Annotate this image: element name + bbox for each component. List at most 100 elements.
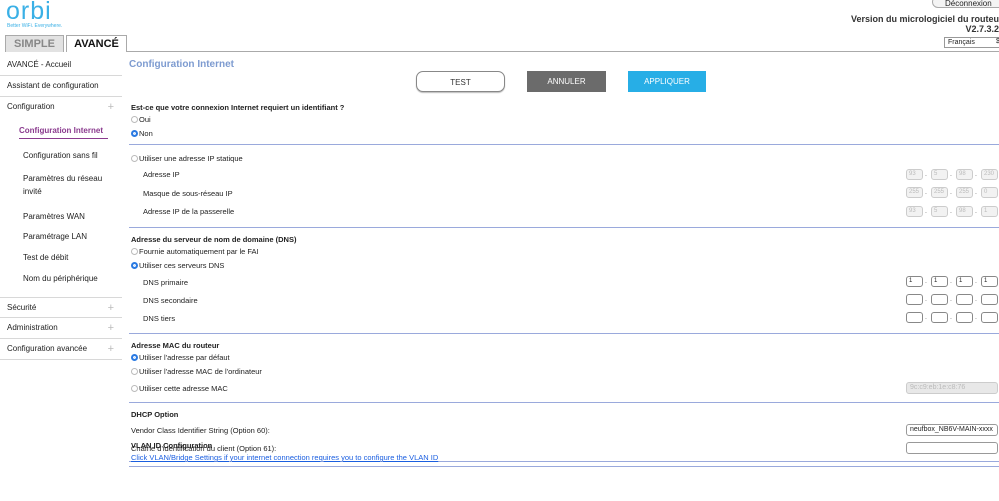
client-id-input[interactable]: [906, 442, 998, 454]
radio-selected-icon[interactable]: [131, 354, 138, 361]
sidebar-item-advanced-setup[interactable]: Configuration avancée +: [0, 339, 122, 360]
orbi-logo: orbi: [6, 0, 52, 25]
dns-primary-octet[interactable]: 1: [956, 276, 973, 287]
mac-default-option[interactable]: Utiliser l'adresse par défaut: [131, 353, 230, 362]
dns-primary-octet[interactable]: 1: [981, 276, 998, 287]
ip-address-label: Adresse IP: [143, 170, 180, 179]
plus-icon[interactable]: +: [108, 318, 114, 338]
plus-icon[interactable]: +: [108, 339, 114, 359]
octet-separator: .: [950, 278, 952, 285]
sidebar-item-label: Configuration: [7, 102, 55, 111]
cancel-button[interactable]: ANNULER: [527, 71, 606, 92]
mac-custom-option[interactable]: Utiliser cette adresse MAC: [131, 384, 228, 393]
octet-separator: .: [925, 314, 927, 321]
dhcp-heading: DHCP Option: [131, 410, 179, 419]
mac-computer-option[interactable]: Utiliser l'adresse MAC de l'ordinateur: [131, 367, 262, 376]
dns-primary-octet[interactable]: 1: [906, 276, 923, 287]
octet-separator: .: [925, 189, 927, 196]
page-title: Configuration Internet: [129, 59, 234, 70]
vlan-settings-link[interactable]: Click VLAN/Bridge Settings if your inter…: [131, 453, 438, 462]
subnet-octet[interactable]: 255: [931, 187, 948, 198]
sidebar-sub-guest[interactable]: Paramètres du réseau invité: [0, 172, 110, 206]
subnet-octet[interactable]: 0: [981, 187, 998, 198]
sidebar-item-label: Administration: [7, 323, 58, 332]
sidebar-item-configuration[interactable]: Configuration +: [0, 97, 122, 118]
sidebar-item-label: Assistant de configuration: [7, 81, 99, 90]
octet-separator: .: [950, 171, 952, 178]
sidebar-sub-speedtest[interactable]: Test de débit: [0, 250, 122, 272]
firmware-version: V2.7.3.2: [965, 24, 999, 34]
divider: [129, 227, 999, 228]
tab-divider: [127, 51, 999, 52]
static-ip-option[interactable]: Utiliser une adresse IP statique: [131, 154, 243, 163]
dns-primary-octet[interactable]: 1: [931, 276, 948, 287]
login-no-option[interactable]: Non: [131, 129, 153, 138]
divider: [129, 333, 999, 334]
octet-separator: .: [975, 171, 977, 178]
dns-secondary-octet[interactable]: [906, 294, 923, 305]
sidebar-sub-device-name[interactable]: Nom du périphérique: [0, 272, 122, 297]
test-button[interactable]: TEST: [416, 71, 505, 92]
sidebar-item-label: Configuration avancée: [7, 344, 88, 353]
subnet-label: Masque de sous-réseau IP: [143, 189, 233, 198]
plus-icon[interactable]: +: [108, 298, 114, 318]
octet-separator: .: [925, 278, 927, 285]
gateway-octet[interactable]: 98: [956, 206, 973, 217]
vendor-class-input[interactable]: neufbox_NB6V-MAIN-xxxx: [906, 424, 998, 436]
dns-secondary-octet[interactable]: [981, 294, 998, 305]
subnet-octet[interactable]: 255: [956, 187, 973, 198]
ip-address-octet[interactable]: 98: [956, 169, 973, 180]
sidebar-sub-wireless[interactable]: Configuration sans fil: [0, 149, 122, 172]
divider: [129, 402, 999, 403]
language-select[interactable]: Français: [944, 37, 999, 48]
sidebar-sub-lan[interactable]: Paramétrage LAN: [0, 228, 122, 250]
radio-icon[interactable]: [131, 385, 138, 392]
sidebar-item-home[interactable]: AVANCÉ - Accueil: [0, 55, 122, 76]
dns-tertiary-octet[interactable]: [931, 312, 948, 323]
ip-address-octet[interactable]: 230: [981, 169, 998, 180]
sidebar: AVANCÉ - Accueil Assistant de configurat…: [0, 55, 122, 360]
sidebar-item-wizard[interactable]: Assistant de configuration: [0, 76, 122, 97]
dns-tertiary-octet[interactable]: [981, 312, 998, 323]
dns-secondary-label: DNS secondaire: [143, 296, 198, 305]
radio-selected-icon[interactable]: [131, 262, 138, 269]
sidebar-sub-internet[interactable]: Configuration Internet: [19, 124, 122, 142]
sidebar-item-administration[interactable]: Administration +: [0, 318, 122, 339]
octet-separator: .: [925, 208, 927, 215]
dns-primary-label: DNS primaire: [143, 278, 189, 287]
dns-tertiary-octet[interactable]: [906, 312, 923, 323]
apply-button[interactable]: APPLIQUER: [628, 71, 706, 92]
subnet-octet[interactable]: 255: [906, 187, 923, 198]
dns-auto-option[interactable]: Fournie automatiquement par le FAI: [131, 247, 259, 256]
sidebar-item-security[interactable]: Sécurité +: [0, 297, 122, 318]
vendor-class-label: Vendor Class Identifier String (Option 6…: [131, 426, 270, 435]
ip-address-octet[interactable]: 5: [931, 169, 948, 180]
dns-secondary-octet[interactable]: [956, 294, 973, 305]
tab-advanced[interactable]: AVANCÉ: [66, 35, 127, 52]
sidebar-item-label: AVANCÉ - Accueil: [7, 60, 72, 69]
octet-separator: .: [975, 208, 977, 215]
dns-secondary-octet[interactable]: [931, 294, 948, 305]
gateway-label: Adresse IP de la passerelle: [143, 207, 235, 216]
gateway-octet[interactable]: 5: [931, 206, 948, 217]
gateway-octet[interactable]: 1: [981, 206, 998, 217]
mac-address-input[interactable]: 9c:c9:eb:1e:c8:76: [906, 382, 998, 394]
radio-icon[interactable]: [131, 368, 138, 375]
logout-button[interactable]: Déconnexion: [932, 0, 999, 8]
octet-separator: .: [975, 278, 977, 285]
dns-tertiary-octet[interactable]: [956, 312, 973, 323]
gateway-octet[interactable]: 93: [906, 206, 923, 217]
plus-icon[interactable]: +: [108, 97, 114, 117]
radio-icon[interactable]: [131, 155, 138, 162]
sidebar-item-label: Sécurité: [7, 303, 37, 312]
octet-separator: .: [975, 296, 977, 303]
radio-selected-icon[interactable]: [131, 130, 138, 137]
octet-separator: .: [950, 208, 952, 215]
dns-manual-option[interactable]: Utiliser ces serveurs DNS: [131, 261, 224, 270]
radio-icon[interactable]: [131, 116, 138, 123]
tab-simple[interactable]: SIMPLE: [5, 35, 64, 52]
login-yes-option[interactable]: Oui: [131, 115, 151, 124]
sidebar-sub-wan[interactable]: Paramètres WAN: [0, 206, 122, 228]
ip-address-octet[interactable]: 93: [906, 169, 923, 180]
radio-icon[interactable]: [131, 248, 138, 255]
